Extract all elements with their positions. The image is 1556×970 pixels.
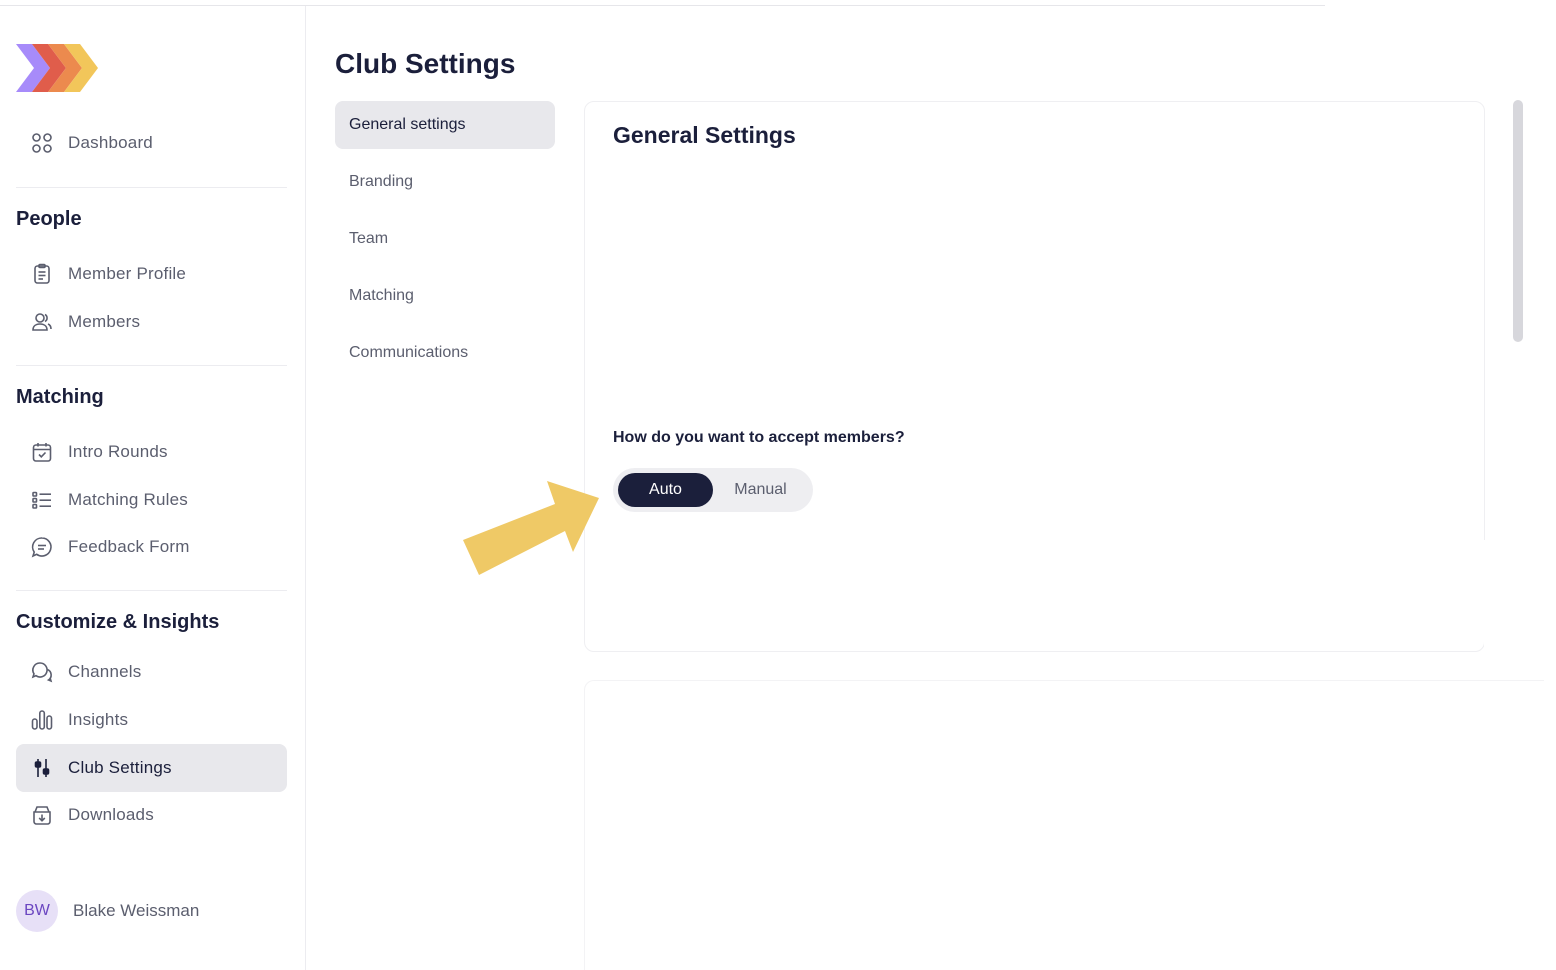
sidebar-item-downloads[interactable]: Downloads [16, 791, 287, 839]
sidebar-item-feedback-form[interactable]: Feedback Form [16, 523, 287, 571]
subnav-matching[interactable]: Matching [335, 272, 555, 320]
chat-bubbles-icon [29, 659, 55, 685]
section-heading-customize-insights: Customize & Insights [16, 611, 220, 633]
sidebar-item-matching-rules[interactable]: Matching Rules [16, 476, 287, 524]
grid-icon [29, 130, 55, 156]
sidebar-item-member-profile[interactable]: Member Profile [16, 250, 287, 298]
sliders-icon [29, 755, 55, 781]
user-profile[interactable]: BW Blake Weissman [16, 890, 199, 932]
sidebar-item-label: Matching Rules [68, 490, 188, 509]
accept-members-question: How do you want to accept members? [613, 429, 905, 446]
subnav-team[interactable]: Team [335, 215, 555, 263]
section-heading-people: People [16, 208, 82, 230]
general-settings-card [584, 101, 1485, 652]
sidebar-item-label: Dashboard [68, 133, 153, 152]
sidebar-divider [16, 590, 287, 591]
subnav-branding[interactable]: Branding [335, 158, 555, 206]
sidebar-item-label: Members [68, 312, 141, 331]
download-box-icon [29, 802, 55, 828]
section-heading-matching: Matching [16, 386, 104, 408]
sidebar-item-label: Channels [68, 662, 142, 681]
message-icon [29, 534, 55, 560]
sidebar-item-label: Intro Rounds [68, 442, 168, 461]
sidebar-item-dashboard[interactable]: Dashboard [16, 119, 287, 167]
sidebar-item-label: Downloads [68, 805, 154, 824]
sidebar-item-insights[interactable]: Insights [16, 696, 287, 744]
clipboard-icon [29, 261, 55, 287]
sidebar-divider [16, 187, 287, 188]
sidebar-item-label: Insights [68, 710, 129, 729]
bar-chart-icon [29, 707, 55, 733]
toggle-option-auto[interactable]: Auto [618, 473, 713, 507]
chevron-stack-logo[interactable] [14, 36, 104, 100]
sidebar-divider [16, 365, 287, 366]
secondary-card [584, 680, 1544, 970]
app-window: Dashboard People Member Profile Members [0, 0, 1556, 970]
sidebar-item-intro-rounds[interactable]: Intro Rounds [16, 428, 287, 476]
calendar-check-icon [29, 439, 55, 465]
sidebar-item-label: Feedback Form [68, 537, 190, 556]
sidebar-item-channels[interactable]: Channels [16, 648, 287, 696]
scrollbar[interactable] [1513, 100, 1523, 342]
subnav-communications[interactable]: Communications [335, 329, 555, 377]
card-title: General Settings [613, 122, 796, 148]
sidebar: Dashboard People Member Profile Members [0, 6, 306, 970]
card-fade [1484, 540, 1556, 660]
user-name: Blake Weissman [73, 901, 200, 920]
annotation-arrow-icon [463, 481, 599, 575]
sidebar-item-label: Club Settings [68, 758, 172, 777]
toggle-option-manual[interactable]: Manual [713, 473, 808, 507]
users-icon [29, 309, 55, 335]
sidebar-item-label: Member Profile [68, 264, 187, 283]
avatar: BW [16, 890, 58, 932]
page-title: Club Settings [335, 48, 516, 79]
subnav-general-settings[interactable]: General settings [335, 101, 555, 149]
sidebar-item-club-settings[interactable]: Club Settings [16, 744, 287, 792]
accept-members-toggle[interactable]: Auto Manual [613, 468, 813, 512]
sidebar-item-members[interactable]: Members [16, 298, 287, 346]
list-icon [29, 487, 55, 513]
